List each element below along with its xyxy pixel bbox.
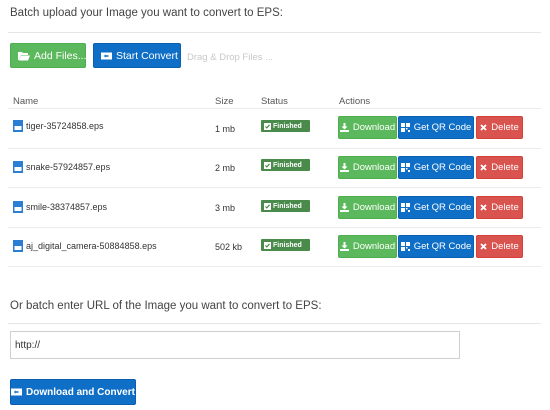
file-size: 1 mb bbox=[215, 124, 236, 134]
download-icon bbox=[339, 123, 349, 132]
delete-button[interactable]: Delete bbox=[476, 116, 523, 139]
column-header-actions: Actions bbox=[339, 96, 371, 107]
add-files-label: Add Files... bbox=[34, 49, 87, 62]
file-size: 3 mb bbox=[215, 203, 236, 213]
refresh-icon bbox=[101, 51, 112, 61]
close-icon bbox=[480, 124, 487, 131]
get-qr-code-button[interactable]: Get QR Code bbox=[398, 196, 474, 219]
add-files-button[interactable]: Add Files... bbox=[10, 43, 87, 68]
divider bbox=[8, 32, 541, 33]
start-convert-button[interactable]: Start Convert bbox=[93, 43, 181, 68]
column-header-status: Status bbox=[261, 96, 288, 107]
download-and-convert-button[interactable]: Download and Convert bbox=[10, 379, 136, 405]
check-icon bbox=[264, 241, 271, 249]
file-name: tiger-35724858.eps bbox=[13, 120, 104, 132]
file-image-icon bbox=[13, 240, 23, 252]
download-icon bbox=[339, 163, 349, 172]
url-heading: Or batch enter URL of the Image you want… bbox=[10, 300, 322, 312]
status-badge: Finished bbox=[261, 120, 310, 132]
qr-code-icon bbox=[400, 123, 410, 132]
check-icon bbox=[264, 122, 271, 130]
folder-open-icon bbox=[18, 51, 30, 61]
file-name: snake-57924857.eps bbox=[13, 161, 110, 173]
row-divider bbox=[8, 148, 541, 149]
download-button[interactable]: Download bbox=[338, 156, 397, 179]
delete-button[interactable]: Delete bbox=[476, 235, 523, 258]
drag-drop-zone[interactable]: Drag & Drop Files ... bbox=[187, 52, 273, 63]
status-badge: Finished bbox=[261, 200, 310, 212]
status-badge: Finished bbox=[261, 239, 310, 251]
get-qr-code-button[interactable]: Get QR Code bbox=[398, 235, 474, 258]
get-qr-code-button[interactable]: Get QR Code bbox=[398, 116, 474, 139]
url-input[interactable] bbox=[10, 331, 460, 359]
download-button[interactable]: Download bbox=[338, 235, 397, 258]
download-icon bbox=[339, 242, 349, 251]
get-qr-code-button[interactable]: Get QR Code bbox=[398, 156, 474, 179]
close-icon bbox=[480, 243, 487, 250]
close-icon bbox=[480, 204, 487, 211]
divider bbox=[8, 323, 541, 324]
qr-code-icon bbox=[400, 163, 410, 172]
row-divider bbox=[8, 227, 541, 228]
header-divider bbox=[8, 108, 541, 109]
row-divider bbox=[8, 187, 541, 188]
close-icon bbox=[480, 164, 487, 171]
qr-code-icon bbox=[400, 242, 410, 251]
qr-code-icon bbox=[400, 203, 410, 212]
column-header-size: Size bbox=[215, 96, 234, 107]
file-image-icon bbox=[13, 120, 23, 132]
row-divider bbox=[8, 266, 541, 267]
upload-heading: Batch upload your Image you want to conv… bbox=[10, 7, 283, 19]
delete-button[interactable]: Delete bbox=[476, 196, 523, 219]
refresh-icon bbox=[11, 387, 23, 397]
download-button[interactable]: Download bbox=[338, 116, 397, 139]
check-icon bbox=[264, 161, 271, 169]
file-name: smile-38374857.eps bbox=[13, 201, 107, 213]
check-icon bbox=[264, 202, 271, 210]
file-name: aj_digital_camera-50884858.eps bbox=[13, 240, 157, 252]
file-image-icon bbox=[13, 161, 23, 173]
file-size: 502 kb bbox=[215, 242, 243, 252]
start-convert-label: Start Convert bbox=[116, 49, 178, 62]
delete-button[interactable]: Delete bbox=[476, 156, 523, 179]
file-image-icon bbox=[13, 201, 23, 213]
file-size: 2 mb bbox=[215, 163, 236, 173]
status-badge: Finished bbox=[261, 159, 310, 171]
column-header-name: Name bbox=[13, 96, 39, 107]
download-button[interactable]: Download bbox=[338, 196, 397, 219]
download-icon bbox=[339, 203, 349, 212]
download-and-convert-label: Download and Convert bbox=[26, 386, 135, 398]
